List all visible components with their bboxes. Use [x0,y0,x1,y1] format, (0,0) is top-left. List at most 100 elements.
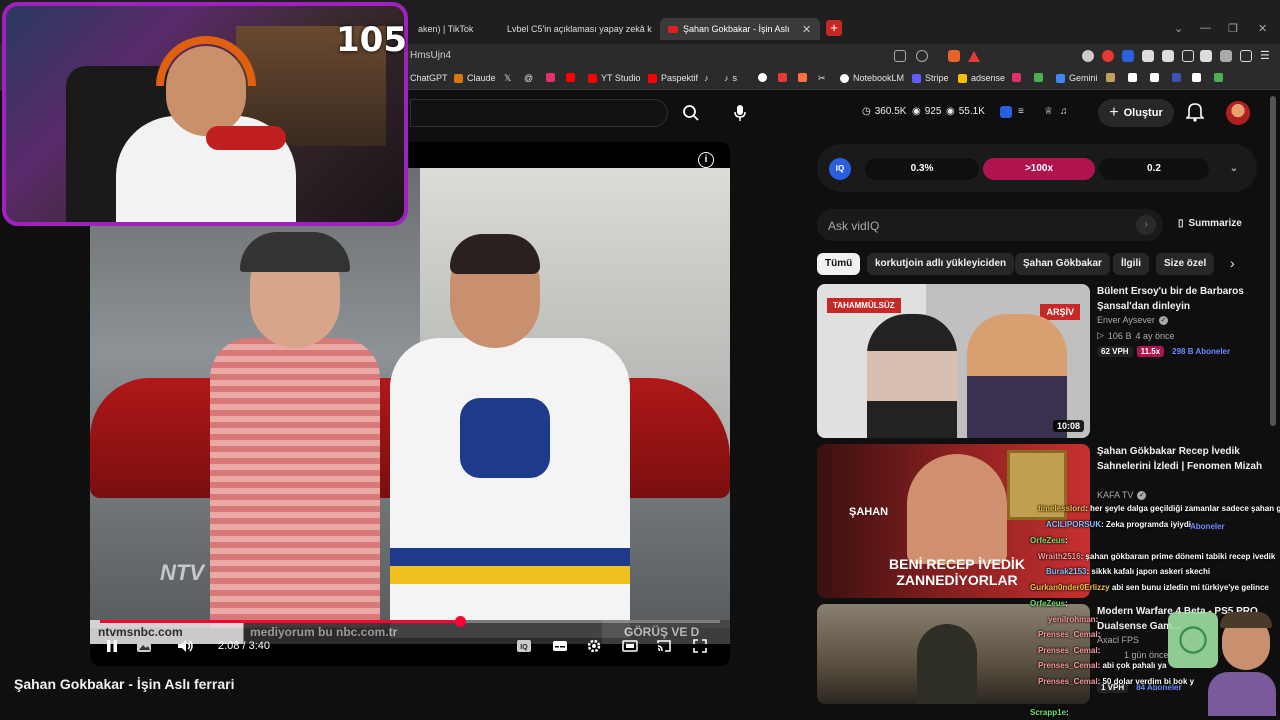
bookmark-paspektif[interactable]: Paspektif [648,73,698,83]
bookmark-chatgpt[interactable]: ChatGPT [410,73,448,83]
rec-thumbnail[interactable]: TAHAMMÜLSÜZ ARŞİV 10:08 [817,284,1090,438]
vidiq-icon[interactable] [1000,106,1012,118]
ask-send-icon[interactable]: › [1136,215,1156,235]
tab-search-icon[interactable]: ⌄ [1174,22,1183,35]
settings-button[interactable] [584,637,604,655]
extension-icon[interactable] [1162,50,1174,62]
minimize-icon[interactable]: — [1200,22,1211,34]
bookmark-threads[interactable]: @ [524,73,533,83]
volume-button[interactable] [176,637,196,655]
info-icon[interactable]: i [698,152,714,168]
url-text[interactable]: HmsUjn4 [410,50,451,61]
vidiq-outlier-score[interactable]: >100x [983,158,1095,180]
bookmark-x[interactable]: 𝕏 [504,73,511,84]
extension-icon[interactable] [1082,50,1094,62]
bookmark-icon[interactable] [1172,73,1181,82]
bookmark-icon[interactable] [1106,73,1115,82]
chip-sahan[interactable]: Şahan Gökbakar [1015,253,1110,275]
notifications-button[interactable] [1185,102,1205,127]
menu-icon[interactable]: ☰ [1260,50,1272,62]
chip-all[interactable]: Tümü [817,253,861,275]
extension-icon[interactable] [1122,50,1134,62]
video-frame[interactable]: NTV ntvmsnbc.com mediyorum bu nbc.com.tr… [90,168,730,644]
bookmark-icon[interactable] [1150,73,1159,82]
bookmark-claude[interactable]: Claude [454,73,496,83]
close-window-icon[interactable]: ✕ [1258,22,1267,35]
sidebar-icon[interactable] [1182,50,1194,62]
rec-title[interactable]: Bülent Ersoy'u bir de Barbaros Şansal'da… [1097,284,1267,314]
bookmark-tiktok[interactable]: ♪ [704,73,709,83]
vpn-icon[interactable] [1220,50,1232,62]
close-tab-icon[interactable]: ✕ [802,23,811,36]
bookmark-icon[interactable] [1128,73,1137,82]
chat-message: Burak2153: sikkk kafalı japon askeri ske… [1046,567,1211,576]
bookmark-stripe[interactable]: Stripe [912,73,949,83]
search-input[interactable] [410,99,668,127]
bookmark-youtube[interactable] [566,73,575,82]
fullscreen-button[interactable] [690,637,710,655]
bookmark-icon[interactable] [798,73,807,82]
pause-button[interactable] [102,637,122,655]
bookmark-icon[interactable] [1192,73,1201,82]
book-icon: ▯ [1178,218,1184,229]
chat-message: OrfeZeus: [1030,599,1068,608]
bookmark-tiktok-s[interactable]: ♪ s [724,73,737,83]
vidiq-logo[interactable]: IQ [829,158,851,180]
progress-scrubber[interactable] [454,616,466,627]
list-icon[interactable]: ≡ [1018,106,1030,118]
voice-search-button[interactable] [724,98,756,128]
wallet-icon[interactable] [1200,50,1212,62]
bookmark-icon[interactable] [1012,73,1021,82]
chip-related[interactable]: İlgili [1113,253,1149,275]
subtitles-button[interactable] [550,637,570,655]
chevron-right-icon[interactable]: › [1230,255,1235,271]
extension-icon[interactable] [1102,50,1114,62]
create-button[interactable]: + Oluştur [1098,99,1174,127]
trophy-icon[interactable]: ♕ [1044,106,1056,118]
search-button[interactable] [676,100,706,126]
rec-title[interactable]: Şahan Gökbakar Recep İvedik Sahnelerini … [1097,444,1267,474]
rec-channel[interactable]: Enver Aysever ✓ [1097,315,1168,325]
rec-channel[interactable]: Axacl FPS [1097,635,1139,645]
vidiq-score[interactable]: 0.2 [1099,158,1209,180]
chip-for-you[interactable]: Size özel [1156,253,1215,275]
open-in-app-icon[interactable] [894,50,906,62]
theater-mode-button[interactable] [620,637,640,655]
avatar[interactable] [1226,101,1250,125]
rewards-icon[interactable] [968,50,980,62]
bookmark-yt-studio[interactable]: YT Studio [588,73,640,83]
notebooklm-icon [840,73,849,83]
shield-icon[interactable] [1240,50,1252,62]
bookmark-icon[interactable] [778,73,787,82]
bookmark-icon[interactable]: ✂ [818,73,826,84]
chevron-down-icon[interactable]: ⌄ [1226,158,1242,180]
bookmark-adsense[interactable]: adsense [958,73,1005,83]
bookmark-notebooklm[interactable]: NotebookLM [840,73,904,83]
new-tab-button[interactable]: + [826,20,842,36]
bell-small-icon[interactable]: ♫ [1060,106,1072,118]
puzzle-icon[interactable] [1142,50,1154,62]
screen: aken) | TikTok Lvbel C5'in açıklaması ya… [0,0,1280,720]
bookmark-instagram[interactable] [546,73,555,82]
vidiq-player-button[interactable]: IQ [514,637,534,655]
tab-lvbel[interactable]: Lvbel C5'in açıklaması yapay zekâ kullan… [494,18,652,40]
zoom-icon[interactable] [916,50,928,62]
bookmark-icon[interactable] [1214,73,1223,82]
rec-vidiq-stats: 62 VPH 11.5x 298 B Aboneler [1097,346,1234,357]
progress-bar[interactable] [100,616,720,627]
vidiq-engagement[interactable]: 0.3% [865,158,979,180]
bookmark-icon[interactable] [758,73,767,82]
brave-shield-icon[interactable] [948,50,960,62]
rec-channel[interactable]: KAFA TV ✓ [1097,490,1147,500]
summarize-button[interactable]: ▯ Summarize [1178,218,1242,229]
tab-tiktok[interactable]: aken) | TikTok [410,18,490,40]
chip-uploader[interactable]: korkutjoin adlı yükleyiciden [867,253,1015,275]
search-icon [683,105,699,121]
bookmark-gemini[interactable]: Gemini [1056,73,1098,83]
tab-active-video[interactable]: Şahan Gokbakar - İşin Aslı ferrari ✕ [660,18,820,40]
miniplayer-button[interactable] [134,637,154,655]
bookmark-icon[interactable] [1034,73,1043,82]
scrollbar[interactable] [1270,96,1276,426]
maximize-icon[interactable]: ❐ [1228,22,1238,35]
cast-button[interactable] [654,637,674,655]
